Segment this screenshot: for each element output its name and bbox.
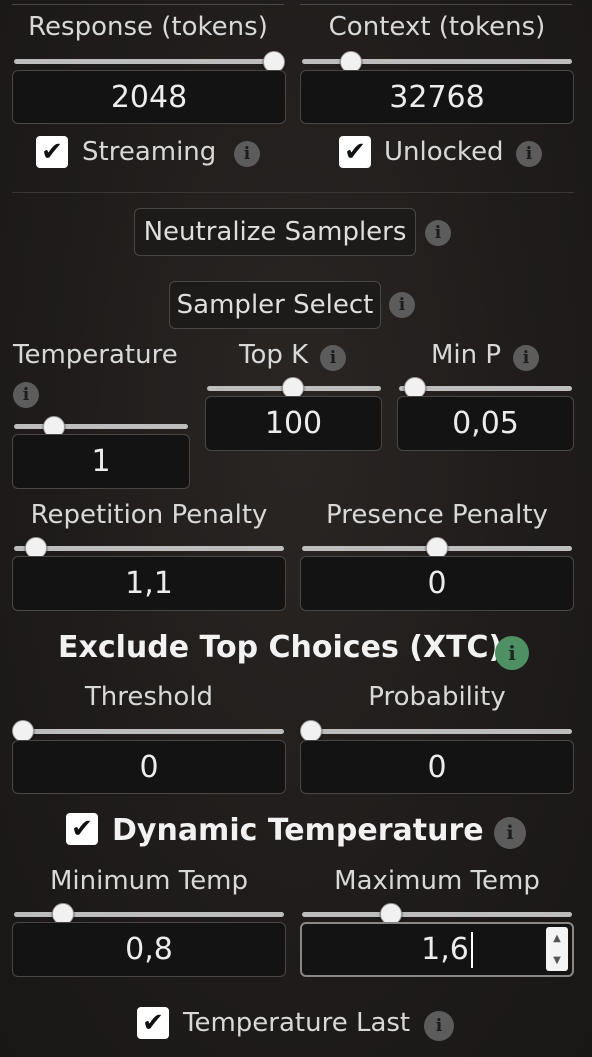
xtc-heading: Exclude Top Choices (XTC) — [58, 630, 503, 665]
info-icon[interactable]: i — [424, 1011, 454, 1041]
response-tokens-slider-track[interactable] — [14, 59, 282, 64]
info-icon[interactable]: i — [495, 636, 529, 670]
xtc-probability-label: Probability — [368, 682, 506, 712]
info-icon[interactable]: i — [13, 382, 39, 408]
xtc-threshold-input[interactable]: 0 — [12, 740, 286, 794]
presence-penalty-label: Presence Penalty — [326, 500, 548, 530]
sampler-select-button[interactable]: Sampler Select — [169, 281, 381, 329]
maximum-temp-label: Maximum Temp — [334, 866, 540, 896]
min-p-label: Min P — [431, 340, 502, 370]
checkmark-icon: ✔ — [41, 137, 63, 167]
repetition-penalty-slider-track[interactable] — [14, 546, 284, 551]
streaming-checkbox[interactable]: ✔ — [36, 136, 68, 168]
context-tokens-input[interactable]: 32768 — [300, 70, 574, 124]
maximum-temp-value: 1,6 — [421, 932, 469, 967]
temperature-slider-track[interactable] — [14, 424, 188, 429]
text-caret — [470, 931, 473, 968]
minimum-temp-input[interactable]: 0,8 — [12, 922, 286, 977]
checkmark-icon: ✔ — [344, 137, 366, 167]
info-icon[interactable]: i — [425, 220, 451, 246]
checkmark-icon: ✔ — [71, 814, 93, 844]
context-tokens-label: Context (tokens) — [328, 12, 546, 42]
section-divider — [12, 192, 574, 193]
info-icon[interactable]: i — [389, 292, 415, 318]
maximum-temp-slider-track[interactable] — [302, 912, 572, 917]
xtc-probability-slider-handle[interactable] — [300, 720, 322, 742]
repetition-penalty-label: Repetition Penalty — [30, 500, 268, 530]
maximum-temp-input[interactable]: 1,6 — [300, 922, 574, 977]
dynamic-temperature-heading: Dynamic Temperature — [112, 813, 484, 848]
top-cutoff-edge — [12, 0, 284, 5]
xtc-probability-slider-track[interactable] — [302, 729, 572, 734]
streaming-label: Streaming — [82, 137, 217, 167]
temperature-label: Temperature — [13, 340, 178, 370]
top-k-label: Top K — [239, 340, 309, 370]
info-icon[interactable]: i — [516, 141, 542, 167]
presence-penalty-input[interactable]: 0 — [300, 556, 574, 611]
info-icon[interactable]: i — [320, 345, 346, 371]
minimum-temp-label: Minimum Temp — [49, 866, 249, 896]
unlocked-label: Unlocked — [384, 137, 504, 167]
min-p-input[interactable]: 0,05 — [397, 396, 574, 451]
spinner-arrows-icon[interactable]: ▲ ▼ — [546, 927, 568, 971]
unlocked-checkbox[interactable]: ✔ — [339, 136, 371, 168]
temperature-input[interactable]: 1 — [12, 434, 190, 489]
xtc-threshold-slider-track[interactable] — [14, 729, 284, 734]
xtc-threshold-slider-handle[interactable] — [12, 720, 34, 742]
temperature-last-checkbox[interactable]: ✔ — [137, 1007, 169, 1039]
info-icon[interactable]: i — [494, 817, 526, 849]
info-icon[interactable]: i — [234, 141, 260, 167]
temperature-last-label: Temperature Last — [183, 1008, 411, 1038]
repetition-penalty-input[interactable]: 1,1 — [12, 556, 286, 611]
xtc-probability-input[interactable]: 0 — [300, 740, 574, 794]
checkmark-icon: ✔ — [142, 1008, 164, 1038]
response-tokens-input[interactable]: 2048 — [12, 70, 286, 124]
neutralize-samplers-button[interactable]: Neutralize Samplers — [134, 208, 416, 256]
top-k-input[interactable]: 100 — [205, 396, 382, 451]
info-icon[interactable]: i — [513, 345, 539, 371]
xtc-threshold-label: Threshold — [84, 682, 214, 712]
response-tokens-label: Response (tokens) — [28, 12, 268, 42]
dynamic-temperature-checkbox[interactable]: ✔ — [66, 813, 98, 845]
top-cutoff-edge — [300, 0, 572, 5]
